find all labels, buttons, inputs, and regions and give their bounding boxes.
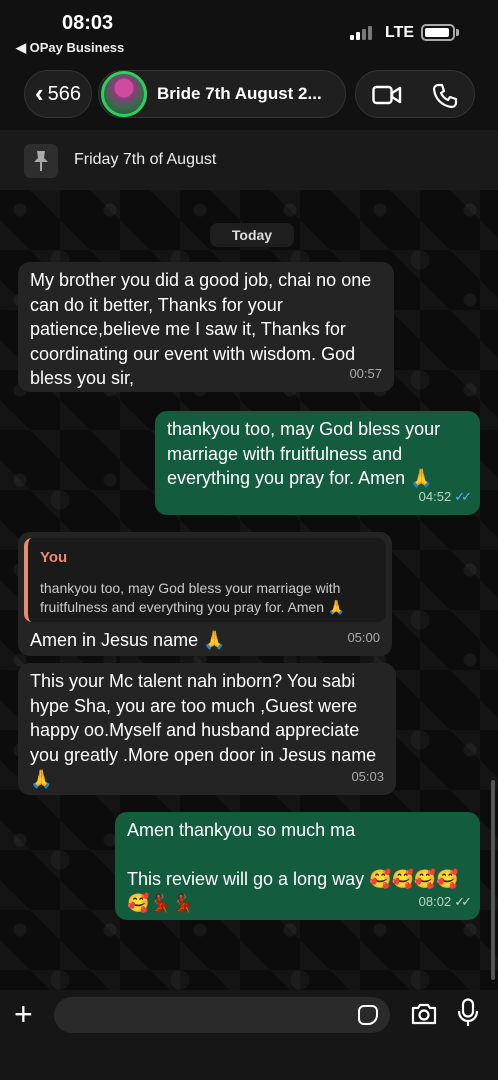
plus-icon[interactable]: + [14,998,33,1030]
pin-icon [24,144,58,178]
message-text: Amen in Jesus name 🙏 [30,630,226,650]
pinned-message-bar[interactable]: Friday 7th of August [0,130,498,190]
camera-icon[interactable] [410,1002,438,1026]
chat-title: Bride 7th August 2... [157,84,322,103]
microphone-icon[interactable] [457,998,479,1028]
chevron-left-icon: ‹ [34,77,44,108]
message-text: My brother you did a good job, chai no o… [30,270,372,388]
message-text: This your Mc talent nah inborn? You sabi… [30,671,377,789]
message-input[interactable] [54,997,390,1033]
date-separator: Today [210,223,294,247]
status-time: 08:03 [62,12,114,34]
incoming-message[interactable]: My brother you did a good job, chai no o… [18,262,394,392]
message-input-bar: + [0,990,498,1080]
message-time: 08:02 [418,893,452,909]
chat-info-button[interactable]: Bride 7th August 2... [98,70,346,118]
scrollbar[interactable] [491,780,495,980]
message-time: 05:00 [347,629,380,645]
message-text: thankyou too, may God bless your marriag… [167,419,441,488]
incoming-message[interactable]: This your Mc talent nah inborn? You sabi… [18,663,396,795]
video-camera-icon[interactable] [372,85,402,105]
incoming-reply-message[interactable]: You thankyou too, may God bless your mar… [18,532,392,656]
message-text-line-1: Amen thankyou so much ma [127,820,356,840]
network-type: LTE [385,24,415,41]
cellular-signal-icon [350,26,378,40]
battery-icon [421,24,455,41]
quote-text: thankyou too, may God bless your marriag… [40,579,346,615]
avatar[interactable] [101,71,147,117]
message-time: 04:52 [418,488,452,504]
back-button[interactable]: ‹ 566 [24,70,92,118]
message-meta: 04:52 ✓✓ [418,485,472,510]
sticker-icon[interactable] [358,1005,378,1025]
chat-header: ‹ 566 Bride 7th August 2... [0,60,498,130]
battery-tip [456,29,459,36]
outgoing-message[interactable]: thankyou too, may God bless your marriag… [155,411,480,515]
back-to-app-link[interactable]: ◀ OPay Business [16,40,124,56]
quoted-message[interactable]: You thankyou too, may God bless your mar… [24,538,386,622]
call-buttons-group [355,70,475,118]
message-meta: 08:02 ✓✓ [418,890,472,915]
unread-count: 566 [47,82,82,105]
message-text-line-2: This review will go a long way 🥰🥰🥰🥰🥰💃🏾💃🏾 [127,868,459,914]
outgoing-message[interactable]: Amen thankyou so much ma This review wil… [115,812,480,920]
status-bar: 08:03 ◀ OPay Business LTE [0,0,498,60]
delivered-receipt-icon: ✓✓ [454,893,472,909]
read-receipt-icon: ✓✓ [454,488,472,504]
phone-icon[interactable] [432,83,458,109]
message-time: 05:03 [351,768,384,784]
pinned-message-text: Friday 7th of August [74,151,217,168]
quote-author: You [40,549,68,566]
message-time: 00:57 [349,365,382,381]
